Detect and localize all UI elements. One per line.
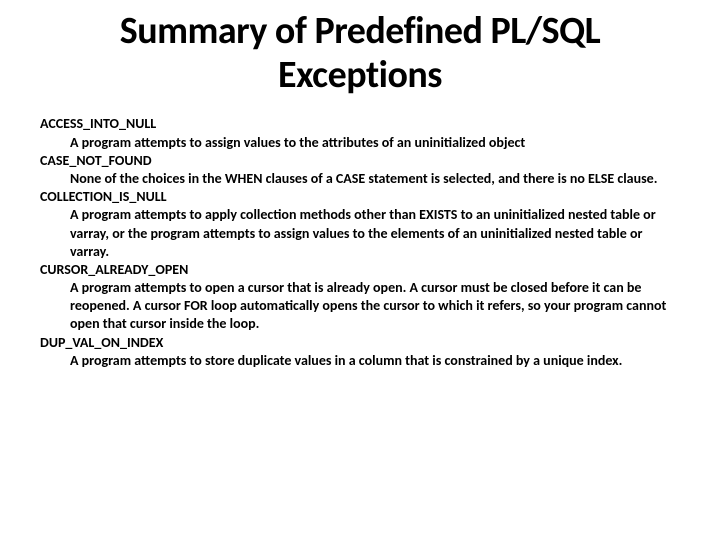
exception-desc: A program attempts to assign values to t…: [40, 134, 680, 152]
exception-desc: None of the choices in the WHEN clauses …: [40, 170, 680, 188]
exception-desc: A program attempts to apply collection m…: [40, 206, 680, 261]
page-title: Summary of Predefined PL/SQL Exceptions: [40, 10, 680, 97]
exception-name: CASE_NOT_FOUND: [40, 152, 680, 170]
exception-name: COLLECTION_IS_NULL: [40, 188, 680, 206]
content-body: ACCESS_INTO_NULL A program attempts to a…: [40, 115, 680, 370]
exception-name: CURSOR_ALREADY_OPEN: [40, 261, 680, 279]
exception-name: DUP_VAL_ON_INDEX: [40, 334, 680, 352]
exception-desc: A program attempts to store duplicate va…: [40, 352, 680, 370]
slide: Summary of Predefined PL/SQL Exceptions …: [0, 0, 720, 390]
exception-name: ACCESS_INTO_NULL: [40, 115, 680, 133]
exception-desc: A program attempts to open a cursor that…: [40, 279, 680, 334]
